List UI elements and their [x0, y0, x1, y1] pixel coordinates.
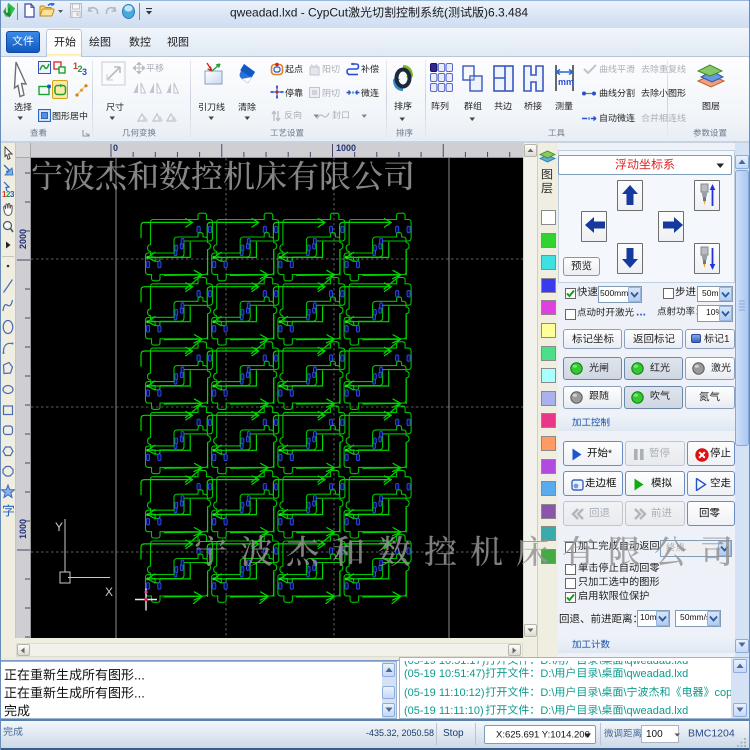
svg-text:X: X — [105, 585, 113, 599]
svg-text:50mm/s: 50mm/s — [680, 612, 707, 622]
svg-text:3: 3 — [82, 67, 87, 75]
svg-text:3: 3 — [10, 190, 14, 198]
svg-text:(05-19 10:51:17): (05-19 10:51:17) — [404, 661, 485, 667]
svg-text:mm: mm — [558, 77, 574, 87]
svg-text:10%: 10% — [706, 307, 719, 317]
svg-text:\: \ — [598, 661, 602, 667]
svg-text:10mm: 10mm — [640, 612, 656, 622]
svg-text:Y: Y — [55, 520, 63, 534]
svg-text:D:\: D:\ — [540, 661, 555, 667]
svg-text:500mm/s: 500mm/s — [600, 288, 628, 298]
svg-text:\qweadad.lxd: \qweadad.lxd — [623, 661, 688, 667]
svg-text:50mm: 50mm — [702, 288, 719, 298]
